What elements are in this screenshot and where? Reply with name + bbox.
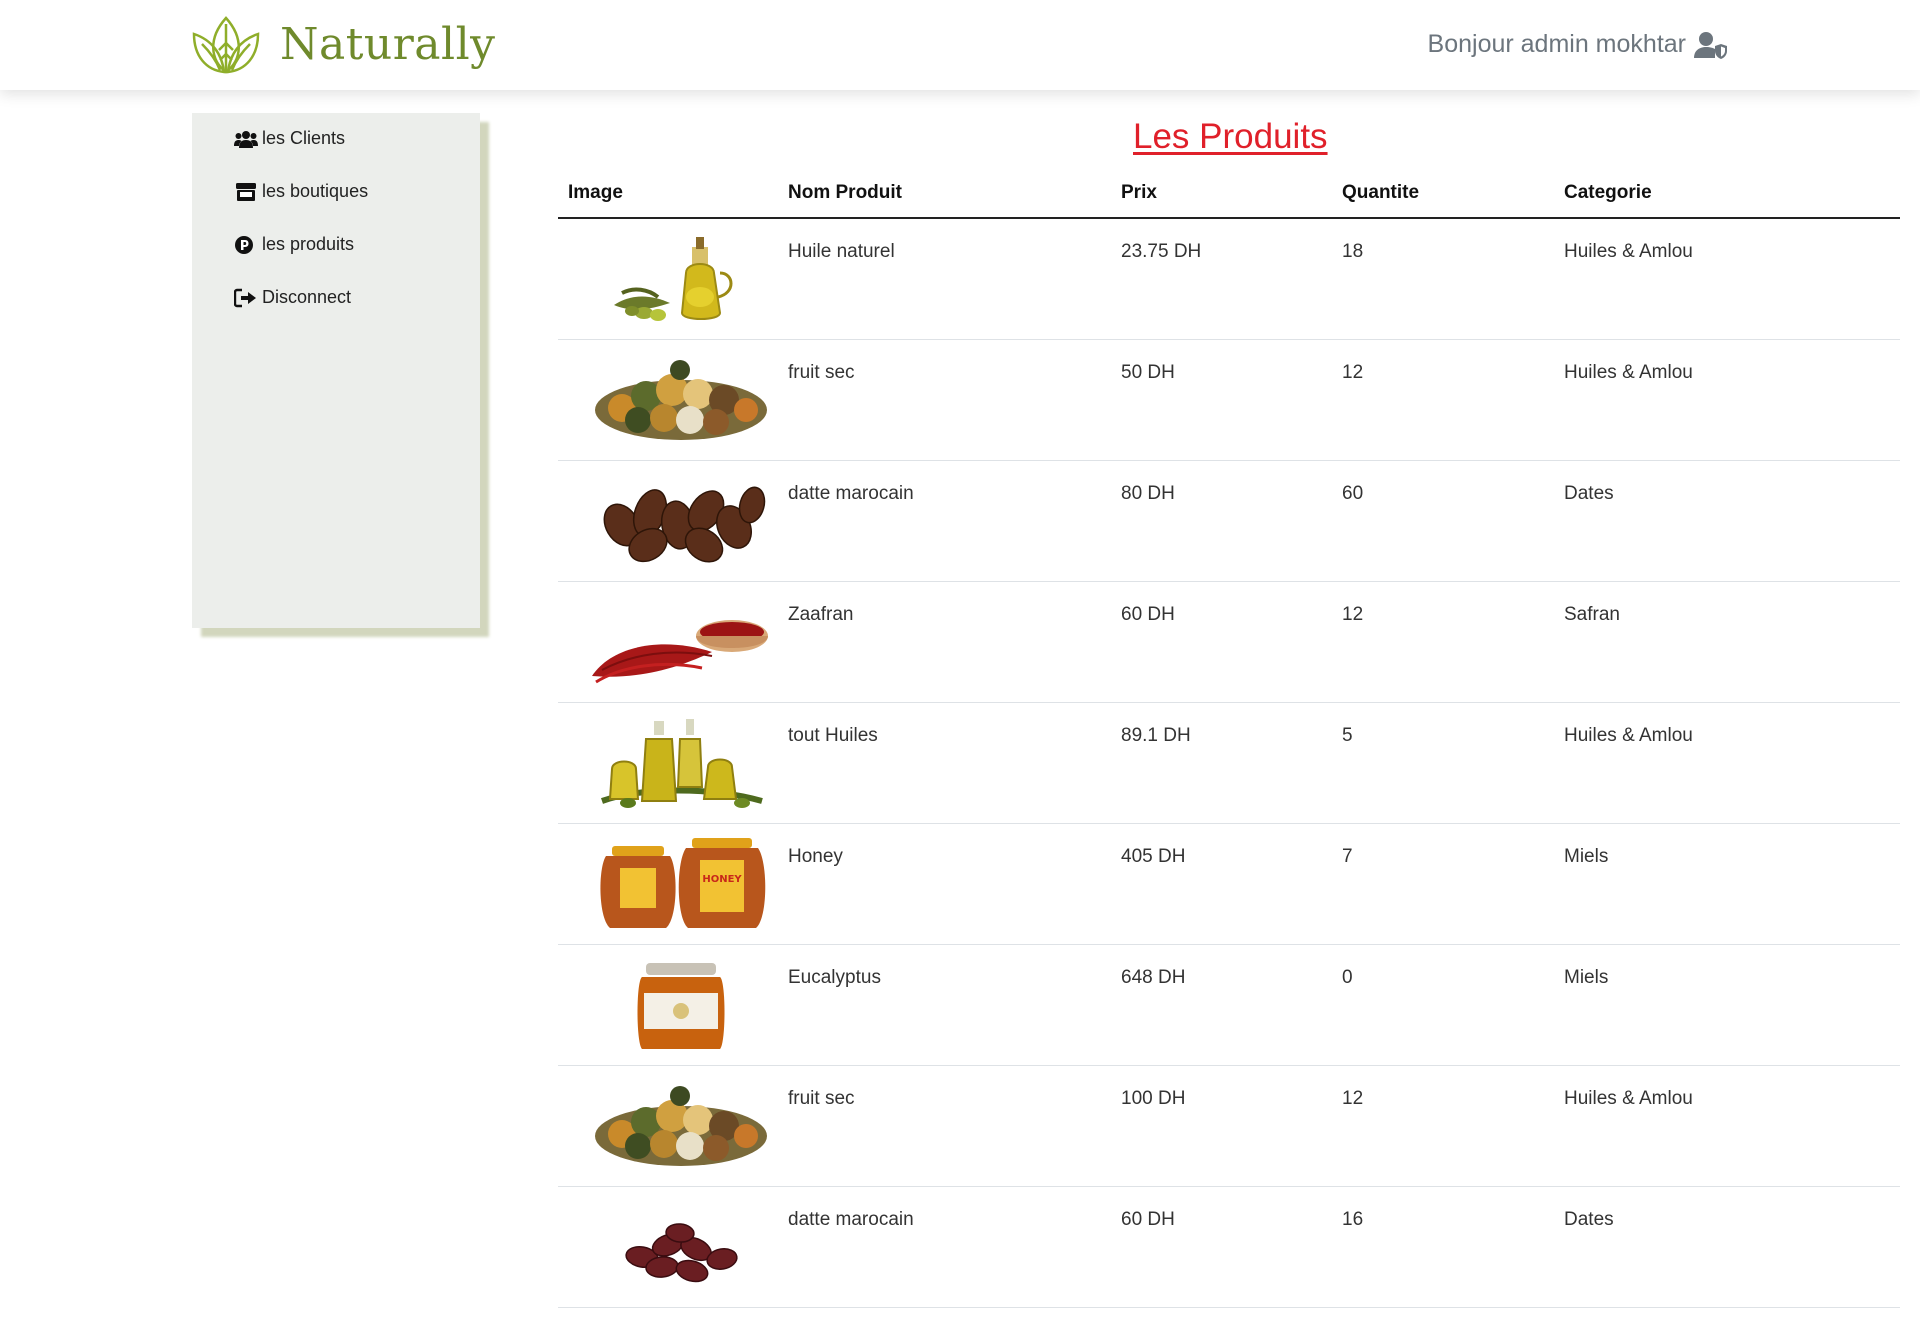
column-header-image: Image — [568, 182, 623, 203]
product-category: Huiles & Amlou — [1564, 241, 1693, 262]
table-row: datte marocain 60 DH 16 Dates — [558, 1187, 1900, 1308]
sidebar-item-disconnect[interactable]: Disconnect — [234, 287, 351, 308]
svg-text:HONEY: HONEY — [702, 874, 742, 885]
table-row: Eucalyptus 648 DH 0 Miels — [558, 945, 1900, 1066]
olive-oil-image — [614, 237, 733, 321]
top-navbar: Naturally Bonjour admin mokhtar — [0, 0, 1920, 90]
product-category: Miels — [1564, 967, 1609, 988]
table-row: HONEY Honey 405 DH 7 Miels — [558, 824, 1900, 945]
dried-fruit-image — [595, 1086, 767, 1166]
column-header-category: Categorie — [1564, 182, 1652, 203]
table-row: fruit sec 100 DH 12 Huiles & Amlou — [558, 1066, 1900, 1187]
eucalyptus-honey-image — [637, 963, 725, 1049]
product-price: 60 DH — [1121, 1209, 1175, 1230]
product-name: Eucalyptus — [788, 967, 881, 988]
product-quantity: 18 — [1342, 241, 1364, 262]
product-quantity: 12 — [1342, 604, 1364, 625]
product-quantity: 7 — [1342, 846, 1353, 867]
users-icon — [234, 130, 258, 148]
product-price: 23.75 DH — [1121, 241, 1202, 262]
dates-image — [603, 486, 766, 563]
table-row: Huile naturel 23.75 DH 18 Huiles & Amlou — [558, 219, 1900, 340]
product-category: Dates — [1564, 483, 1614, 504]
product-name: datte marocain — [788, 483, 914, 504]
brand-link[interactable]: Naturally — [190, 12, 496, 76]
honey-jars-image: HONEY — [600, 838, 766, 928]
product-price: 89.1 DH — [1121, 725, 1191, 746]
product-name: Honey — [788, 846, 843, 867]
product-price: 405 DH — [1121, 846, 1186, 867]
product-name: fruit sec — [788, 1088, 855, 1109]
product-quantity: 16 — [1342, 1209, 1364, 1230]
product-category: Huiles & Amlou — [1564, 362, 1693, 383]
product-category: Dates — [1564, 1209, 1614, 1230]
product-quantity: 0 — [1342, 967, 1353, 988]
leaf-logo-icon — [192, 16, 260, 74]
column-header-quantity: Quantite — [1342, 182, 1420, 203]
column-header-name: Nom Produit — [788, 182, 902, 203]
sidebar-item-boutiques[interactable]: les boutiques — [234, 181, 368, 202]
sidebar-item-clients[interactable]: les Clients — [234, 128, 345, 149]
product-name: Zaafran — [788, 604, 854, 625]
store-icon — [236, 182, 256, 201]
product-p-icon — [235, 235, 253, 254]
table-header: Image Nom Produit Prix Quantite Categori… — [558, 174, 1900, 219]
product-name: Huile naturel — [788, 241, 895, 262]
dried-fruit-image — [595, 360, 767, 440]
product-quantity: 12 — [1342, 362, 1364, 383]
product-quantity: 5 — [1342, 725, 1353, 746]
saffron-image — [592, 620, 768, 684]
product-category: Huiles & Amlou — [1564, 1088, 1693, 1109]
page-title: Les Produits — [1133, 117, 1328, 156]
table-row: tout Huiles 89.1 DH 5 Huiles & Amlou — [558, 703, 1900, 824]
table-row: Zaafran 60 DH 12 Safran — [558, 582, 1900, 703]
product-quantity: 60 — [1342, 483, 1364, 504]
sidebar: les Clients les boutiques les produits D… — [192, 113, 480, 628]
brand-name: Naturally — [280, 18, 496, 70]
logout-icon — [234, 288, 256, 307]
product-name: fruit sec — [788, 362, 855, 383]
oils-bottles-image — [601, 719, 763, 808]
product-name: datte marocain — [788, 1209, 914, 1230]
product-price: 100 DH — [1121, 1088, 1186, 1109]
greeting-text: Bonjour admin mokhtar — [1427, 30, 1686, 58]
product-price: 80 DH — [1121, 483, 1175, 504]
sidebar-item-label: les Clients — [262, 128, 346, 148]
product-quantity: 12 — [1342, 1088, 1364, 1109]
table-row: fruit sec 50 DH 12 Huiles & Amlou — [558, 340, 1900, 461]
product-name: tout Huiles — [788, 725, 878, 746]
product-category: Miels — [1564, 846, 1609, 867]
dates-small-image — [625, 1223, 738, 1283]
table-row: datte marocain 80 DH 60 Dates — [558, 461, 1900, 582]
sidebar-item-label: les produits — [262, 234, 355, 254]
product-price: 60 DH — [1121, 604, 1175, 625]
products-table: Image Nom Produit Prix Quantite Categori… — [558, 174, 1900, 1308]
sidebar-item-produits[interactable]: les produits — [234, 234, 354, 255]
sidebar-item-label: les boutiques — [262, 181, 369, 201]
product-category: Huiles & Amlou — [1564, 725, 1693, 746]
user-greeting[interactable]: Bonjour admin mokhtar — [1428, 30, 1728, 59]
sidebar-item-label: Disconnect — [262, 287, 352, 307]
product-price: 50 DH — [1121, 362, 1175, 383]
column-header-price: Prix — [1121, 182, 1157, 203]
user-shield-icon — [1694, 31, 1727, 59]
product-category: Safran — [1564, 604, 1620, 625]
product-price: 648 DH — [1121, 967, 1186, 988]
